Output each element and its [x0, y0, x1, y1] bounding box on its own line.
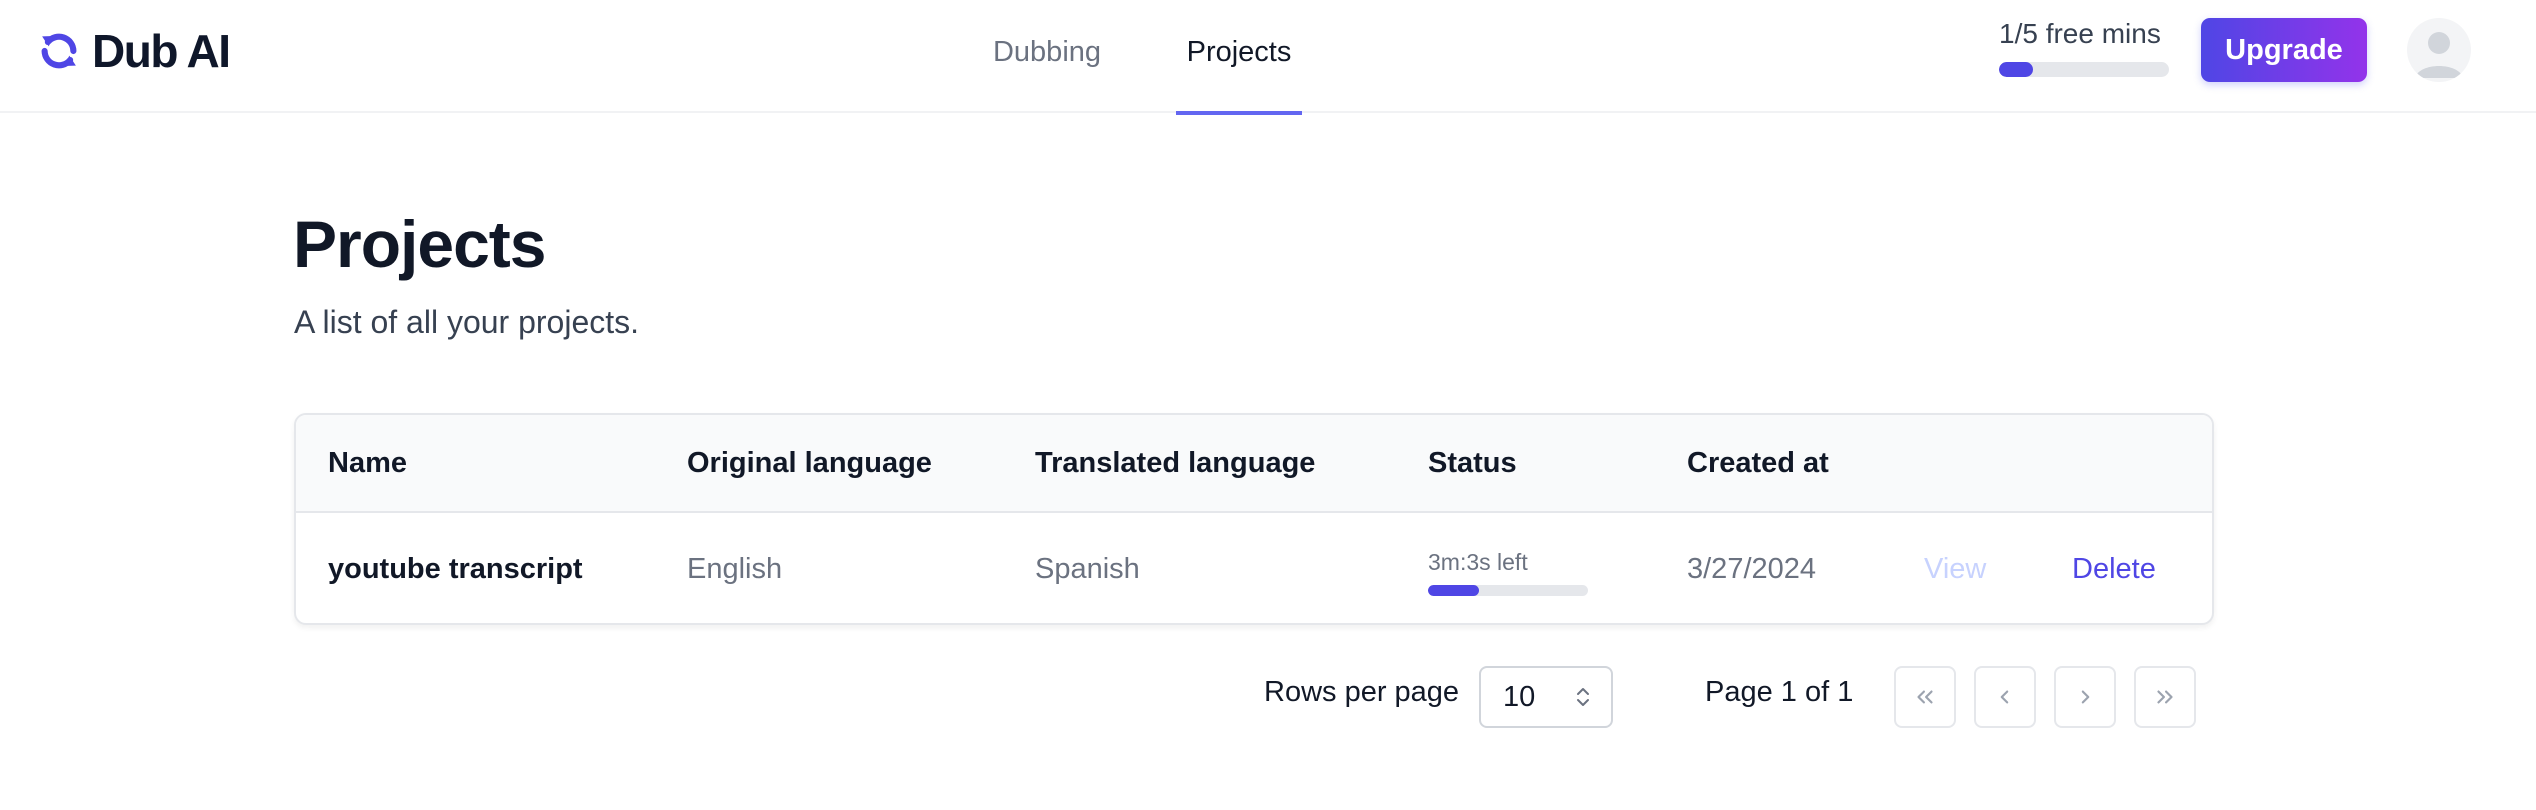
original-language: English — [687, 553, 783, 585]
page-indicator: Page 1 of 1 — [1705, 676, 1854, 708]
previous-page-icon — [2000, 690, 2009, 704]
column-header-translated-language: Translated language — [1035, 447, 1316, 479]
status-time-left: 3m:3s left — [1428, 549, 1528, 575]
brand-logo[interactable]: Dub AI — [36, 24, 231, 78]
rows-per-page-select[interactable]: 10 — [1479, 666, 1613, 728]
sync-logo-icon — [41, 33, 77, 69]
nav-tab-projects[interactable]: Projects — [1176, 0, 1302, 115]
column-header-created-at: Created at — [1687, 447, 1829, 479]
table-header: Name Original language Translated langua… — [296, 415, 2212, 513]
user-avatar[interactable] — [2407, 18, 2471, 82]
next-page-icon — [2081, 690, 2090, 704]
last-page-icon — [2157, 690, 2173, 704]
free-minutes-progress-fill — [1999, 62, 2033, 77]
table-row: youtube transcript English Spanish 3m:3s… — [296, 513, 2212, 623]
free-minutes-usage: 1/5 free mins — [1999, 18, 2171, 77]
status-cell: 3m:3s left — [1428, 548, 1588, 596]
previous-page-button[interactable] — [1974, 666, 2036, 728]
nav-tab-dubbing[interactable]: Dubbing — [982, 0, 1112, 113]
first-page-button[interactable] — [1894, 666, 1956, 728]
column-header-name: Name — [328, 447, 407, 479]
column-header-original-language: Original language — [687, 447, 932, 479]
created-at: 3/27/2024 — [1687, 553, 1817, 585]
status-progress-bar — [1428, 585, 1588, 596]
translated-language: Spanish — [1035, 553, 1140, 585]
last-page-button[interactable] — [2134, 666, 2196, 728]
page-subtitle: A list of all your projects. — [294, 304, 640, 340]
avatar-icon — [2415, 32, 2463, 78]
projects-table: Name Original language Translated langua… — [294, 413, 2214, 625]
view-link[interactable]: View — [1924, 513, 1986, 623]
upgrade-button[interactable]: Upgrade — [2201, 18, 2367, 82]
select-chevrons-icon — [1577, 688, 1589, 706]
status-progress-fill — [1428, 585, 1480, 596]
rows-per-page-label: Rows per page — [1264, 676, 1460, 708]
project-name: youtube transcript — [328, 553, 583, 585]
free-minutes-progress-bar — [1999, 62, 2169, 77]
rows-per-page-value: 10 — [1503, 681, 1536, 713]
page-title: Projects — [293, 207, 546, 281]
next-page-button[interactable] — [2054, 666, 2116, 728]
free-minutes-label: 1/5 free mins — [1999, 18, 2161, 49]
first-page-icon — [1917, 690, 1933, 704]
brand-name: Dub AI — [92, 25, 231, 77]
delete-link[interactable]: Delete — [2072, 513, 2156, 623]
column-header-status: Status — [1428, 447, 1517, 479]
top-navbar: Dub AI Dubbing Projects 1/5 free mins Up… — [0, 0, 2536, 115]
